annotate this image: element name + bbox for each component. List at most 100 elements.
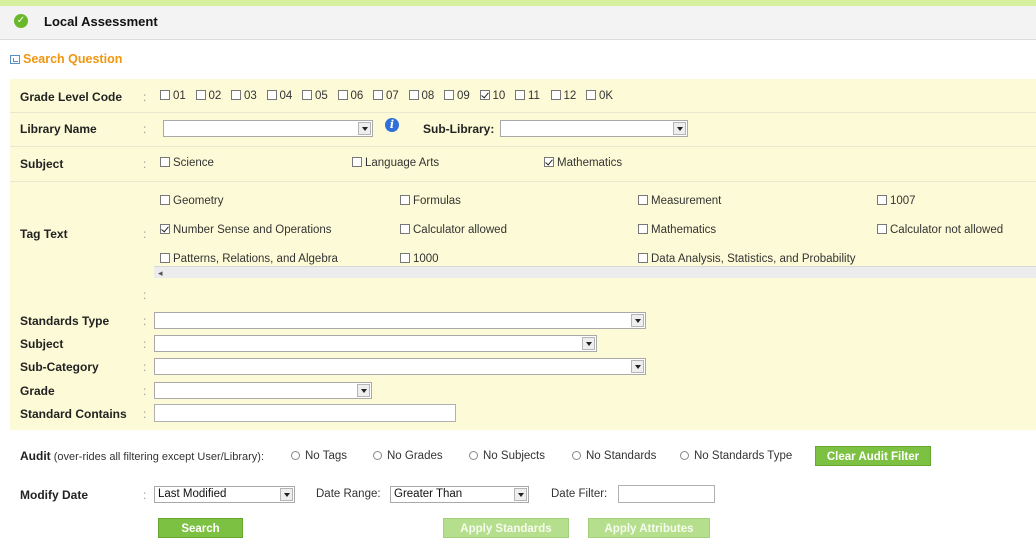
grade-select[interactable] [154,382,372,399]
audit-radio[interactable] [680,451,689,460]
grade-option[interactable]: 10 [479,90,505,102]
divider [10,112,1036,113]
grade-checkbox[interactable] [479,90,490,100]
colon: : [143,407,147,421]
sub-category-select[interactable] [154,358,646,375]
sub-library-label: Sub-Library: [423,122,495,136]
subject-option[interactable]: Mathematics [544,157,622,169]
search-button[interactable]: Search [158,518,243,538]
standards-type-label: Standards Type [20,314,110,328]
grade-option[interactable]: 06 [337,90,363,102]
sub-library-select[interactable] [500,120,688,137]
tag-checkbox[interactable] [400,195,410,205]
subject-checkbox[interactable] [352,157,362,167]
audit-option[interactable]: No Tags [291,450,347,462]
grade-option[interactable]: 11 [515,90,540,102]
collapse-icon [10,55,20,64]
grade-option[interactable]: 12 [550,90,576,102]
grade-checkbox[interactable] [373,90,383,100]
tag-option[interactable]: Formulas [400,195,461,207]
grade-checkbox[interactable] [160,90,170,100]
grade-checkbox[interactable] [302,90,312,100]
info-icon[interactable]: i [385,118,399,132]
tag-option[interactable]: Mathematics [638,224,716,236]
apply-standards-button[interactable]: Apply Standards [443,518,569,538]
tag-option[interactable]: Patterns, Relations, and Algebra [160,253,338,265]
subject-option-label: Science [173,157,214,169]
audit-option[interactable]: No Subjects [469,450,545,462]
grade-option[interactable]: 02 [195,90,222,102]
tag-checkbox[interactable] [877,195,887,205]
tag-checkbox[interactable] [160,224,170,234]
tag-option[interactable]: Calculator allowed [400,224,507,236]
tag-checkbox[interactable] [638,224,648,234]
tag-option[interactable]: Geometry [160,195,224,207]
colon: : [143,314,147,328]
grade-checkbox[interactable] [231,90,241,100]
grade-checkbox[interactable] [586,90,596,100]
grade-option[interactable]: 05 [302,90,328,102]
grade-option-label: 05 [315,90,328,102]
audit-radio[interactable] [572,451,581,460]
tag-option[interactable]: Measurement [638,195,721,207]
grade-checkbox[interactable] [550,90,561,100]
grade-checkbox[interactable] [444,90,454,100]
grade-option-label: 09 [457,90,470,102]
subject-checkbox[interactable] [544,157,554,167]
tag-option[interactable]: 1000 [400,253,439,265]
scroll-left-icon[interactable]: ◂ [158,268,163,279]
colon: : [143,122,147,136]
grade-option[interactable]: 09 [444,90,470,102]
subject-option[interactable]: Language Arts [352,157,439,169]
audit-radio[interactable] [469,451,478,460]
tag-checkbox[interactable] [400,224,410,234]
audit-radio[interactable] [373,451,382,460]
audit-option[interactable]: No Standards Type [680,450,792,462]
grade-option[interactable]: 04 [266,90,293,102]
grade-checkbox[interactable] [337,90,348,100]
tag-checkbox[interactable] [160,195,170,205]
grade-option-label: 02 [208,90,222,102]
standards-type-select[interactable] [154,312,646,329]
grade-checkbox[interactable] [408,90,419,100]
standard-contains-input[interactable] [154,404,456,422]
tag-option[interactable]: Data Analysis, Statistics, and Probabili… [638,253,856,265]
date-range-select[interactable]: Greater Than [390,486,529,503]
subject-option[interactable]: Science [160,157,214,169]
tag-checkbox[interactable] [638,195,648,205]
tag-checkbox[interactable] [638,253,648,263]
library-name-select[interactable] [163,120,373,137]
subject-option-label: Language Arts [365,157,440,169]
grade-option[interactable]: 0K [586,90,613,102]
search-question-toggle[interactable]: Search Question [10,52,122,66]
audit-radio[interactable] [291,451,300,460]
tag-option[interactable]: 1007 [877,195,916,207]
subject-checkbox[interactable] [160,157,170,167]
tag-option[interactable]: Calculator not allowed [877,224,1003,236]
grade-option[interactable]: 07 [373,90,399,102]
grade-option-label: 07 [386,90,399,102]
grade-checkbox[interactable] [266,90,277,100]
tag-checkbox[interactable] [877,224,887,234]
grade-option[interactable]: 08 [408,90,434,102]
date-filter-input[interactable] [618,485,715,503]
colon: : [143,90,147,104]
modify-date-select[interactable]: Last Modified [154,486,295,503]
audit-option-label: No Standards Type [694,450,793,462]
tag-horizontal-scrollbar[interactable]: ◂ [154,266,1036,278]
grade-option-label: 04 [279,90,293,102]
clear-audit-filter-button[interactable]: Clear Audit Filter [815,446,931,466]
standards-subject-select[interactable] [154,335,597,352]
tag-option-label: Calculator not allowed [890,224,1004,236]
grade-checkbox[interactable] [515,90,525,100]
tag-checkbox[interactable] [400,253,410,263]
audit-option[interactable]: No Grades [373,450,443,462]
apply-attributes-button[interactable]: Apply Attributes [588,518,710,538]
tag-option[interactable]: Number Sense and Operations [160,224,332,236]
tag-checkbox[interactable] [160,253,170,263]
grade-option[interactable]: 03 [231,90,257,102]
subject-option-label: Mathematics [557,157,623,169]
grade-checkbox[interactable] [195,90,206,100]
grade-option[interactable]: 01 [160,90,186,102]
audit-option[interactable]: No Standards [572,450,656,462]
